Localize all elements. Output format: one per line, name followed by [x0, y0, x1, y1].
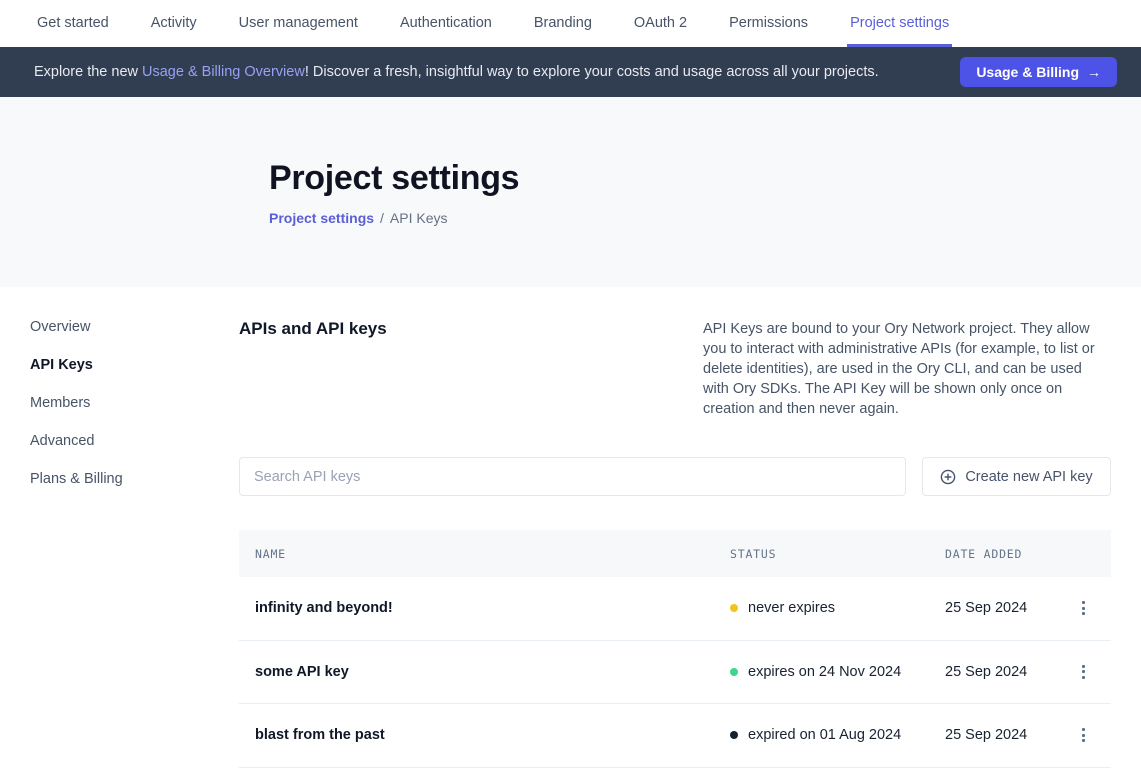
tab-user-management[interactable]: User management — [236, 0, 361, 47]
status-text: never expires — [748, 600, 835, 616]
section-title: APIs and API keys — [239, 319, 387, 339]
table-row: some API key expires on 24 Nov 2024 25 S… — [239, 641, 1111, 705]
tab-branding[interactable]: Branding — [531, 0, 595, 47]
api-keys-panel: APIs and API keys API Keys are bound to … — [239, 287, 1141, 768]
api-key-status: never expires — [730, 600, 945, 616]
plus-circle-icon — [940, 469, 956, 485]
usage-billing-overview-link[interactable]: Usage & Billing Overview — [142, 64, 305, 80]
api-key-name: some API key — [255, 664, 730, 680]
table-row: blast from the past expired on 01 Aug 20… — [239, 704, 1111, 768]
search-input[interactable] — [239, 457, 906, 496]
api-key-date-added: 25 Sep 2024 — [945, 600, 1055, 616]
settings-sidebar: Overview API Keys Members Advanced Plans… — [0, 287, 239, 768]
row-actions-menu-icon[interactable] — [1074, 659, 1093, 685]
section-head: APIs and API keys API Keys are bound to … — [239, 319, 1111, 419]
api-key-status: expired on 01 Aug 2024 — [730, 727, 945, 743]
top-navigation: Get started Activity User management Aut… — [0, 0, 1141, 47]
status-dot-icon — [730, 604, 738, 612]
usage-billing-button[interactable]: Usage & Billing → — [960, 57, 1117, 87]
sidebar-item-members[interactable]: Members — [30, 395, 239, 411]
banner-text-prefix: Explore the new — [34, 64, 142, 80]
sidebar-item-overview[interactable]: Overview — [30, 319, 239, 335]
tab-oauth2[interactable]: OAuth 2 — [631, 0, 690, 47]
breadcrumb-project-settings-link[interactable]: Project settings — [269, 210, 374, 226]
section-description: API Keys are bound to your Ory Network p… — [703, 319, 1111, 419]
create-api-key-label: Create new API key — [965, 469, 1092, 485]
column-header-date-added: DATE ADDED — [945, 547, 1055, 561]
api-key-name: infinity and beyond! — [255, 600, 730, 616]
create-api-key-button[interactable]: Create new API key — [922, 457, 1111, 496]
api-key-date-added: 25 Sep 2024 — [945, 727, 1055, 743]
column-header-name: NAME — [255, 547, 730, 561]
tab-authentication[interactable]: Authentication — [397, 0, 495, 47]
tab-permissions[interactable]: Permissions — [726, 0, 811, 47]
tab-get-started[interactable]: Get started — [34, 0, 112, 47]
page-header: Project settings Project settings / API … — [0, 97, 1141, 287]
api-key-date-added: 25 Sep 2024 — [945, 664, 1055, 680]
content-area: Overview API Keys Members Advanced Plans… — [0, 287, 1141, 768]
api-keys-toolbar: Create new API key — [239, 457, 1111, 496]
api-key-name: blast from the past — [255, 727, 730, 743]
page-title: Project settings — [269, 159, 1111, 198]
status-text: expires on 24 Nov 2024 — [748, 664, 901, 680]
row-actions-menu-icon[interactable] — [1074, 722, 1093, 748]
banner-text-suffix: ! Discover a fresh, insightful way to ex… — [305, 64, 879, 80]
sidebar-item-advanced[interactable]: Advanced — [30, 433, 239, 449]
breadcrumb-current: API Keys — [390, 210, 448, 226]
usage-billing-button-label: Usage & Billing — [976, 64, 1079, 80]
sidebar-item-api-keys[interactable]: API Keys — [30, 357, 239, 373]
breadcrumb: Project settings / API Keys — [269, 210, 1111, 226]
table-header-row: NAME STATUS DATE ADDED — [239, 530, 1111, 577]
status-dot-icon — [730, 668, 738, 676]
api-key-status: expires on 24 Nov 2024 — [730, 664, 945, 680]
tab-activity[interactable]: Activity — [148, 0, 200, 47]
api-keys-table: NAME STATUS DATE ADDED infinity and beyo… — [239, 530, 1111, 768]
status-dot-icon — [730, 731, 738, 739]
table-row: infinity and beyond! never expires 25 Se… — [239, 577, 1111, 641]
tab-project-settings[interactable]: Project settings — [847, 0, 952, 47]
banner-message: Explore the new Usage & Billing Overview… — [34, 64, 960, 80]
usage-billing-banner: Explore the new Usage & Billing Overview… — [0, 47, 1141, 97]
arrow-right-icon: → — [1087, 64, 1101, 80]
breadcrumb-separator: / — [380, 210, 384, 226]
column-header-status: STATUS — [730, 547, 945, 561]
sidebar-item-plans-billing[interactable]: Plans & Billing — [30, 471, 239, 487]
row-actions-menu-icon[interactable] — [1074, 595, 1093, 621]
status-text: expired on 01 Aug 2024 — [748, 727, 901, 743]
